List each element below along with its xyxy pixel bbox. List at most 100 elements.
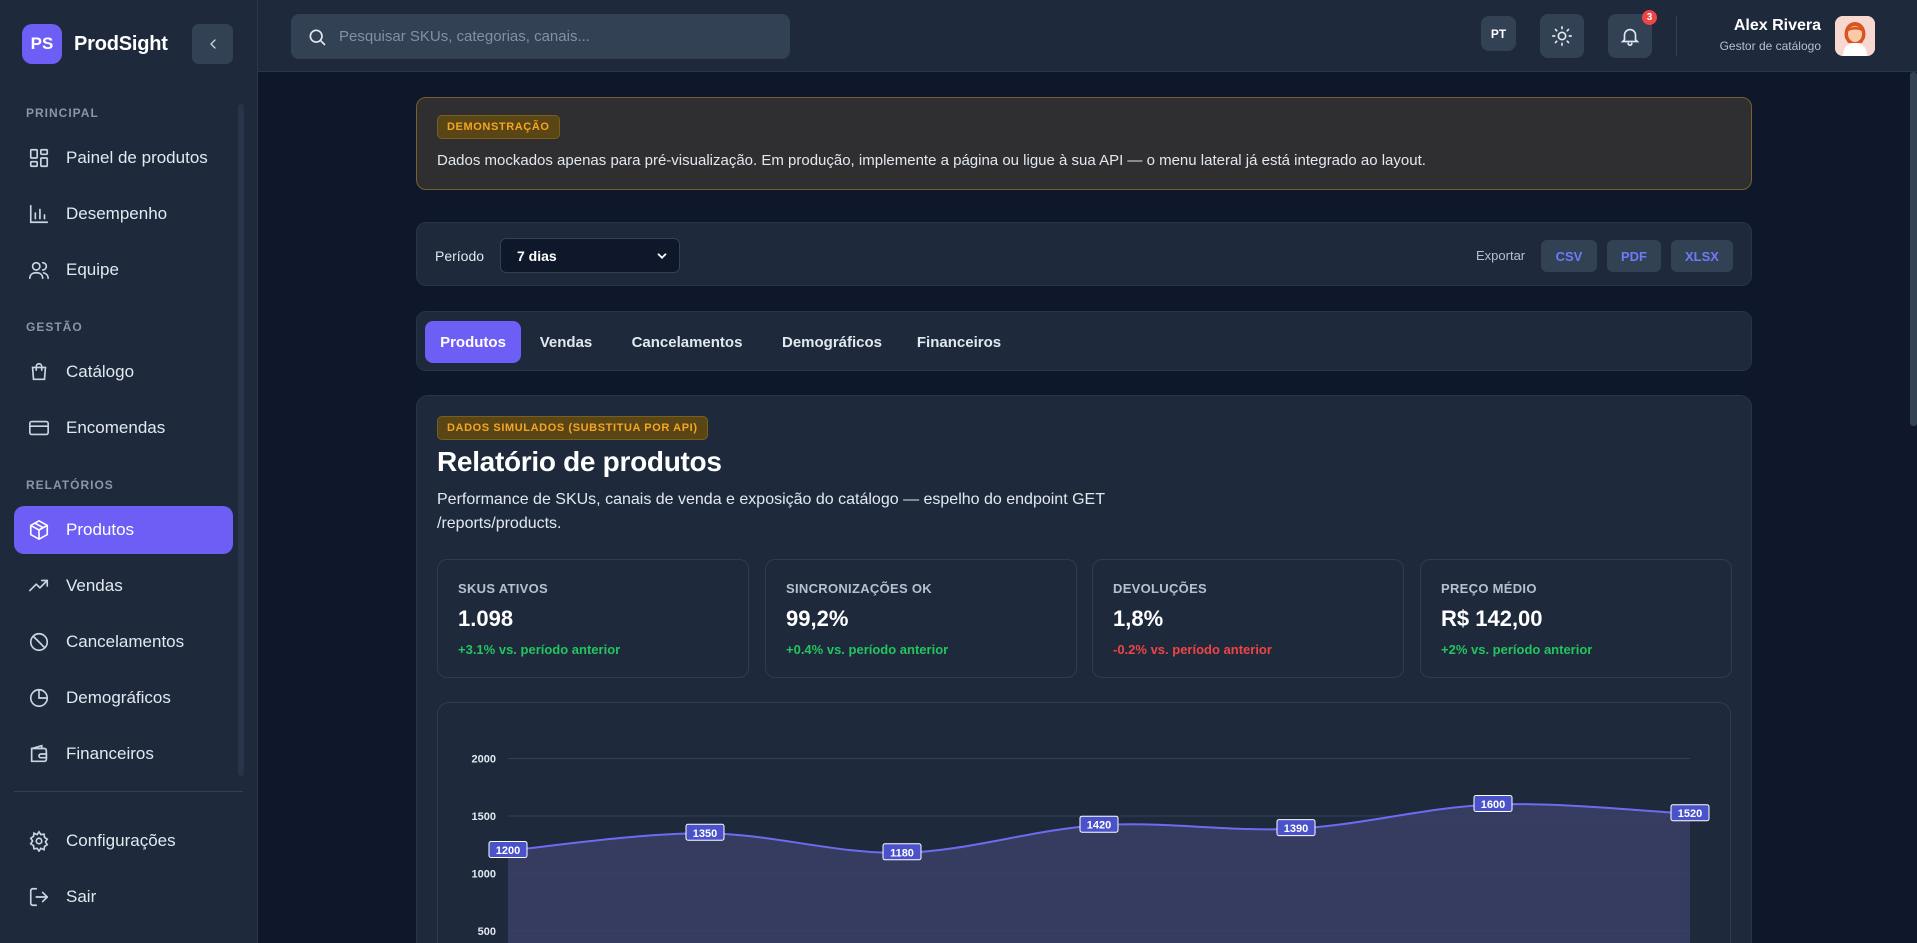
sidebar-item-label: Demográficos [66,688,171,707]
brand-name: ProdSight [74,32,168,55]
page-scrollbar[interactable] [1910,72,1917,426]
section-relatorios: RELATÓRIOS [26,478,114,492]
export-label: Exportar [1476,248,1526,263]
report-card: DADOS SIMULADOS (SUBSTITUA POR API) Rela… [416,395,1752,943]
sun-icon [1552,26,1572,46]
report-tabs: Produtos Vendas Cancelamentos Demográfic… [416,311,1752,371]
data-label: 1520 [1678,808,1702,820]
sidebar-item-cancelamentos[interactable]: Cancelamentos [14,618,233,666]
sidebar-item-label: Painel de produtos [66,148,208,167]
sidebar-item-label: Cancelamentos [66,632,185,651]
filter-bar: Período 7 dias Exportar CSV PDF XLSX [416,222,1752,286]
search-icon [309,29,326,45]
search-input[interactable] [339,28,759,45]
sidebar-divider [14,791,243,792]
pie-chart-icon [29,688,49,708]
dashboard-icon [29,148,49,168]
tab-demograficos[interactable]: Demográficos [772,321,892,363]
kpi-card-returns: DEVOLUÇÕES 1,8% -0.2% vs. período anteri… [1092,559,1404,678]
kpi-label: DEVOLUÇÕES [1113,581,1208,596]
sidebar-item-catalogo[interactable]: Catálogo [14,348,233,396]
wallet-icon [30,744,48,763]
sidebar-item-painel[interactable]: Painel de produtos [14,134,233,182]
sidebar-item-label: Sair [66,887,97,906]
sidebar-item-label: Produtos [66,520,135,539]
kpi-delta: -0.2% vs. período anterior [1113,642,1272,657]
data-label: 1350 [693,828,717,840]
gear-icon [29,830,49,852]
package-icon [29,520,49,540]
sidebar-item-label: Catálogo [66,362,135,381]
sidebar-item-vendas[interactable]: Vendas [14,562,233,610]
kpi-delta: +0.4% vs. período anterior [786,642,949,657]
language-button[interactable]: PT [1481,16,1516,51]
section-gestao: GESTÃO [26,320,83,334]
sidebar-item-label: Desempenho [66,204,168,223]
sidebar: PS ProdSight PRINCIPAL Painel de produto… [0,0,258,943]
kpi-delta: +3.1% vs. período anterior [458,642,621,657]
kpi-value: 99,2% [786,606,849,631]
kpi-card-avg-price: PREÇO MÉDIO R$ 142,00 +2% vs. período an… [1420,559,1732,678]
page-subtitle: Performance de SKUs, canais de venda e e… [437,491,1105,532]
export-csv-button[interactable]: CSV [1541,240,1597,272]
user-name[interactable]: Alex Rivera [1734,17,1821,35]
export-xlsx-button[interactable]: XLSX [1671,240,1733,272]
data-label: 1420 [1087,820,1111,832]
kpi-label: SKUS ATIVOS [458,581,548,596]
sidebar-item-label: Financeiros [66,744,154,763]
sidebar-item-equipe[interactable]: Equipe [14,246,233,294]
sidebar-item-financeiros[interactable]: Financeiros [14,730,233,778]
simulated-data-badge: DADOS SIMULADOS (SUBSTITUA POR API) [437,416,708,440]
data-label: 1200 [496,845,520,857]
topbar: PT 3 Alex Rivera Gestor de catálogo [258,0,1917,72]
topbar-divider [1676,16,1677,56]
tab-vendas[interactable]: Vendas [532,321,600,363]
export-pdf-button[interactable]: PDF [1607,240,1661,272]
avatar[interactable] [1835,16,1875,56]
kpi-label: PREÇO MÉDIO [1441,581,1537,596]
sidebar-item-produtos[interactable]: Produtos [14,506,233,554]
demo-banner-text: Dados mockados apenas para pré-visualiza… [437,152,1426,169]
kpi-value: R$ 142,00 [1441,606,1543,631]
brand-logo: PS [22,24,62,64]
chevron-down-icon [657,252,667,259]
period-label: Período [435,248,485,264]
theme-toggle-button[interactable] [1540,14,1584,58]
kpi-value: 1,8% [1113,606,1164,631]
page-title: Relatório de produtos [437,446,722,477]
period-select-value: 7 dias [517,247,557,264]
sidebar-item-label: Equipe [66,260,119,279]
sidebar-item-sair[interactable]: Sair [14,873,233,921]
chart-card: 2000 1500 1000 500 1200 1350 1180 1420 1390 1600 1… [437,702,1731,943]
y-tick-label: 1500 [472,811,496,823]
sidebar-item-label: Configurações [66,831,176,850]
tab-cancelamentos[interactable]: Cancelamentos [612,321,762,363]
sidebar-item-label: Vendas [66,576,123,595]
kpi-card-sync: SINCRONIZAÇÕES OK 99,2% +0.4% vs. períod… [765,559,1077,678]
tab-produtos[interactable]: Produtos [425,321,521,363]
sidebar-scrollbar[interactable] [238,104,244,776]
notification-count-badge: 3 [1642,10,1657,25]
brand[interactable]: PS ProdSight [22,24,168,64]
trending-up-icon [29,579,49,592]
logout-icon [29,887,49,907]
bar-chart-icon [29,204,49,224]
search-bar[interactable] [291,14,790,59]
sidebar-item-encomendas[interactable]: Encomendas [14,404,233,452]
y-tick-label: 1000 [472,869,496,881]
collapse-sidebar-button[interactable] [192,24,233,64]
notifications-button[interactable]: 3 [1608,10,1657,58]
tab-financeiros[interactable]: Financeiros [904,321,1014,363]
sidebar-item-configuracoes[interactable]: Configurações [14,817,233,865]
sidebar-item-desempenho[interactable]: Desempenho [14,190,233,238]
kpi-value: 1.098 [458,606,514,631]
sidebar-item-demograficos[interactable]: Demográficos [14,674,233,722]
data-label: 1390 [1284,823,1308,835]
ban-icon [29,632,49,652]
avatar-image [1835,16,1875,56]
period-select[interactable]: 7 dias [500,238,680,273]
sidebar-item-label: Encomendas [66,418,166,437]
credit-card-icon [29,420,49,436]
kpi-label: SINCRONIZAÇÕES OK [786,581,932,596]
users-icon [29,261,49,280]
